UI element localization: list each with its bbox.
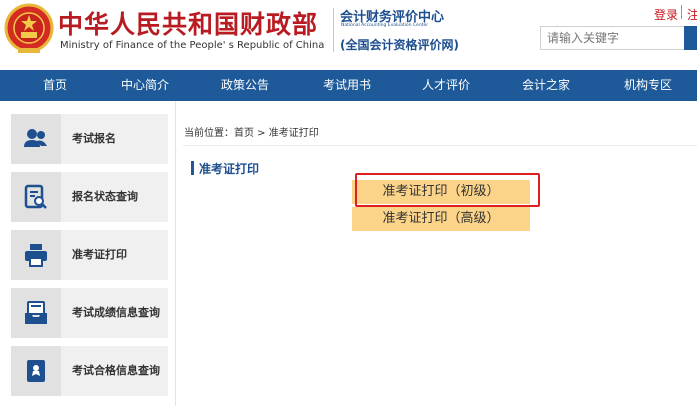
section-title-marker (191, 161, 194, 175)
search-button[interactable] (684, 26, 697, 50)
main-nav: 首页 中心简介 政策公告 考试用书 人才评价 会计之家 机构专区 (0, 70, 697, 101)
inbox-icon (11, 288, 61, 338)
nav-item-about[interactable]: 中心简介 (105, 70, 185, 101)
print-senior-button[interactable]: 准考证打印（高级） (352, 207, 530, 231)
highlight-box (355, 173, 540, 207)
nav-item-books[interactable]: 考试用书 (307, 70, 387, 101)
login-separator (681, 5, 682, 19)
printer-icon (11, 230, 61, 280)
nav-item-talent[interactable]: 人才评价 (406, 70, 486, 101)
sidebar-item-label: 考试合格信息查询 (72, 364, 160, 377)
sidebar-item-label: 考试报名 (72, 132, 116, 145)
site-name: (全国会计资格评价网) (340, 38, 459, 52)
site-title-en: Ministry of Finance of the People' s Rep… (60, 40, 325, 51)
register-link[interactable]: 注 (687, 6, 697, 23)
users-icon (11, 114, 61, 164)
header: 中华人民共和国财政部 Ministry of Finance of the Pe… (0, 0, 697, 70)
nav-item-institutions[interactable]: 机构专区 (608, 70, 688, 101)
certificate-icon (11, 346, 61, 396)
center-name-en: National Accounting Evaluation Center (341, 23, 429, 28)
site-title-cn: 中华人民共和国财政部 (58, 10, 319, 39)
nav-item-policy[interactable]: 政策公告 (205, 70, 285, 101)
sidebar-item-label: 考试成绩信息查询 (72, 306, 160, 319)
sidebar-item-label: 准考证打印 (72, 248, 127, 261)
nav-item-home-of-accounting[interactable]: 会计之家 (506, 70, 586, 101)
sidebar-item-status-query[interactable]: 报名状态查询 (11, 172, 168, 222)
section-title: 准考证打印 (199, 162, 260, 176)
sidebar-item-admission-print[interactable]: 准考证打印 (11, 230, 168, 280)
document-search-icon (11, 172, 61, 222)
nav-item-home[interactable]: 首页 (15, 70, 95, 101)
sidebar: 考试报名 报名状态查询 准考证打印 考试成绩信息查询 考试合格信息查询 (0, 101, 176, 406)
sidebar-item-registration[interactable]: 考试报名 (11, 114, 168, 164)
national-emblem-icon (4, 3, 54, 53)
breadcrumb: 当前位置：首页 > 准考证打印 (184, 128, 319, 139)
breadcrumb-divider (183, 145, 697, 146)
login-link[interactable]: 登录 (654, 6, 678, 23)
sidebar-item-label: 报名状态查询 (72, 190, 138, 203)
header-divider (333, 8, 334, 52)
search-input[interactable] (540, 26, 685, 50)
sidebar-item-score-query[interactable]: 考试成绩信息查询 (11, 288, 168, 338)
sidebar-item-qualification-query[interactable]: 考试合格信息查询 (11, 346, 168, 396)
